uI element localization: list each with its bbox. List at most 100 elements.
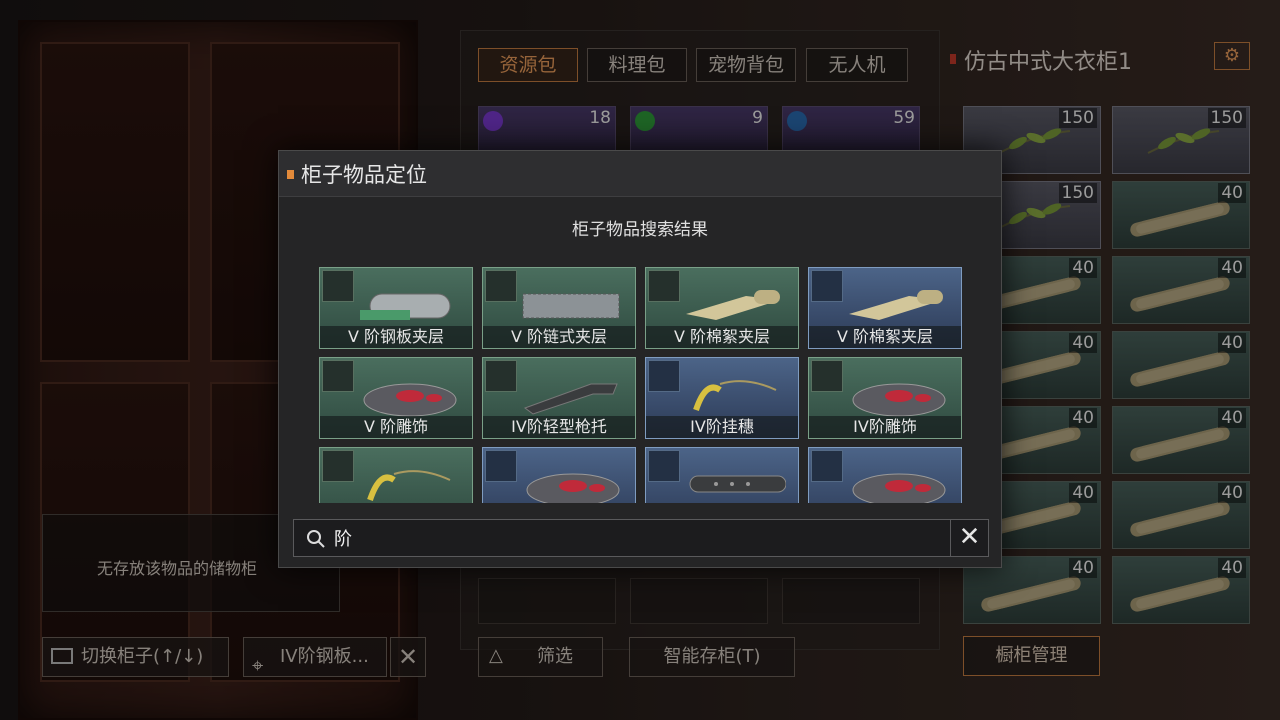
search-result-item[interactable]: [482, 447, 636, 503]
search-result-item[interactable]: V 阶棉絮夹层: [645, 267, 799, 349]
ornament-icon: [363, 383, 457, 417]
item-count: 40: [1218, 408, 1246, 428]
item-name-label: V 阶钢板夹层: [320, 326, 472, 348]
item-count: 40: [1218, 183, 1246, 203]
item-count: 40: [1069, 408, 1097, 428]
search-bar: ✕: [293, 519, 989, 557]
no-storage-text: 无存放该物品的储物柜: [97, 559, 258, 578]
cabinet-settings-button[interactable]: ⚙: [1214, 42, 1250, 70]
select-checkbox[interactable]: [648, 450, 680, 482]
modal-title: 柜子物品定位: [301, 163, 427, 187]
herb-leaf-icon: [998, 128, 1071, 154]
item-count: 40: [1069, 483, 1097, 503]
cabinet-item-slot[interactable]: 40: [1112, 181, 1250, 249]
item-tier-badge-icon: [787, 111, 807, 131]
item-name-label: V 阶棉絮夹层: [646, 326, 798, 348]
select-checkbox[interactable]: [485, 360, 517, 392]
gear-icon: ⚙: [1223, 45, 1241, 66]
item-count: 150: [1058, 108, 1097, 128]
close-icon: ✕: [397, 643, 419, 671]
item-tier-badge-icon: [635, 111, 655, 131]
item-count: 150: [1058, 183, 1097, 203]
cabinet-item-slot[interactable]: 40: [1112, 481, 1250, 549]
select-checkbox[interactable]: [322, 270, 354, 302]
bone-icon: [1135, 428, 1225, 460]
cabinet-item-slot[interactable]: 40: [1112, 331, 1250, 399]
cabinet-item-slot[interactable]: 40: [1112, 256, 1250, 324]
search-result-item[interactable]: V 阶链式夹层: [482, 267, 636, 349]
filter-label: 筛选: [537, 646, 573, 667]
item-name-label: V 阶雕饰: [320, 416, 472, 438]
select-checkbox[interactable]: [485, 450, 517, 482]
cabinet-item-slot[interactable]: 150: [1112, 106, 1250, 174]
ornament-icon: [852, 383, 946, 417]
item-count: 40: [1069, 333, 1097, 353]
item-count: 40: [1069, 258, 1097, 278]
search-result-item[interactable]: [808, 447, 962, 503]
cabinet-header: 仿古中式大衣柜1: [946, 40, 1256, 80]
switch-cabinet-button[interactable]: 切换柜子(↑/↓): [42, 637, 229, 677]
clear-search-button[interactable]: ✕: [950, 520, 988, 556]
filter-icon: △: [489, 645, 503, 666]
cabinet-list-icon: [51, 648, 73, 664]
tassel-icon: [367, 470, 451, 501]
search-result-item[interactable]: IV阶挂穗: [645, 357, 799, 439]
tab-food-pack[interactable]: 料理包: [587, 48, 687, 82]
bone-icon: [1135, 503, 1225, 535]
search-result-item[interactable]: V 阶雕饰: [319, 357, 473, 439]
suppressor-icon: [689, 475, 786, 493]
search-result-item[interactable]: [645, 447, 799, 503]
close-icon: ✕: [958, 522, 981, 552]
item-name-label: V 阶链式夹层: [483, 326, 635, 348]
ornament-icon: [526, 473, 620, 503]
empty-bag-slot[interactable]: [630, 578, 768, 624]
search-result-item[interactable]: V 阶棉絮夹层: [808, 267, 962, 349]
cabinet-item-slot[interactable]: 40: [1112, 556, 1250, 624]
gun-stock-icon: [523, 383, 618, 415]
search-result-item[interactable]: IV阶轻型枪托: [482, 357, 636, 439]
item-name-label: IV阶轻型枪托: [483, 416, 635, 438]
item-name-label: IV阶挂穗: [646, 416, 798, 438]
ornament-icon: [852, 473, 946, 503]
cloth-roll-icon: [686, 290, 780, 320]
bone-icon: [1135, 578, 1225, 610]
modal-subtitle: 柜子物品搜索结果: [572, 220, 708, 240]
select-checkbox[interactable]: [648, 270, 680, 302]
filter-button[interactable]: △ 筛选: [478, 637, 603, 677]
bone-icon: [986, 578, 1076, 610]
item-count: 150: [1207, 108, 1246, 128]
smart-store-button[interactable]: 智能存柜(T): [629, 637, 795, 677]
select-checkbox[interactable]: [811, 360, 843, 392]
select-checkbox[interactable]: [648, 360, 680, 392]
item-count: 40: [1218, 483, 1246, 503]
cabinet-title: 仿古中式大衣柜1: [964, 50, 1132, 75]
cabinet-marker: [950, 54, 956, 64]
search-result-item[interactable]: V 阶钢板夹层: [319, 267, 473, 349]
cabinet-item-slot[interactable]: 40: [1112, 406, 1250, 474]
select-checkbox[interactable]: [322, 450, 354, 482]
item-count: 40: [1069, 558, 1097, 578]
select-checkbox[interactable]: [811, 270, 843, 302]
item-count: 9: [752, 108, 763, 128]
tab-resource-pack[interactable]: 资源包: [478, 48, 578, 82]
select-checkbox[interactable]: [322, 360, 354, 392]
bone-icon: [1135, 353, 1225, 385]
search-result-item[interactable]: [319, 447, 473, 503]
item-count: 40: [1218, 558, 1246, 578]
tab-pet-bag[interactable]: 宠物背包: [696, 48, 796, 82]
item-count: 40: [1218, 333, 1246, 353]
item-count: 59: [893, 108, 915, 128]
select-checkbox[interactable]: [811, 450, 843, 482]
item-name-label: IV阶雕饰: [809, 416, 961, 438]
locate-item-button[interactable]: ⌖ IV阶钢板...: [243, 637, 387, 677]
search-input[interactable]: [334, 524, 934, 552]
empty-bag-slot[interactable]: [782, 578, 920, 624]
tab-drone[interactable]: 无人机: [806, 48, 908, 82]
clear-locate-button[interactable]: ✕: [390, 637, 426, 677]
select-checkbox[interactable]: [485, 270, 517, 302]
search-result-item[interactable]: IV阶雕饰: [808, 357, 962, 439]
target-icon: ⌖: [252, 653, 264, 677]
cabinet-manage-button[interactable]: 橱柜管理: [963, 636, 1100, 676]
empty-bag-slot[interactable]: [478, 578, 616, 624]
item-tier-badge-icon: [483, 111, 503, 131]
